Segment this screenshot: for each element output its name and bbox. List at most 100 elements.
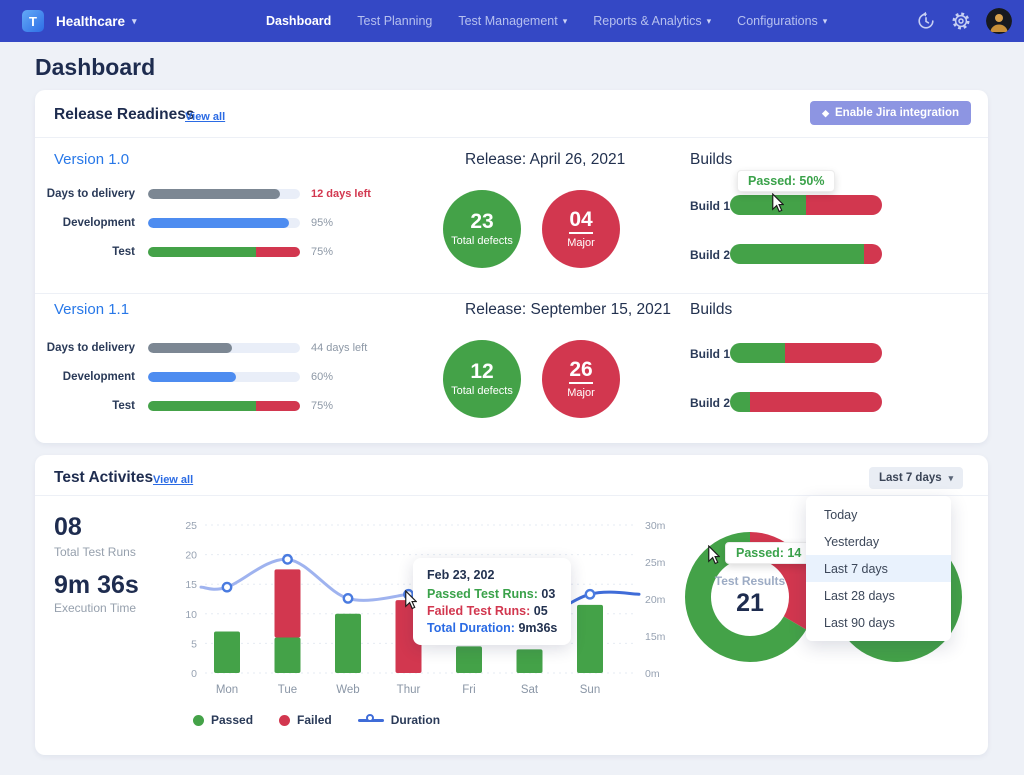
chart-tooltip: Feb 23, 202 Passed Test Runs: 03 Failed … bbox=[413, 558, 571, 645]
legend-failed: Failed bbox=[279, 713, 332, 727]
period-dropdown-button[interactable]: Last 7 days ▾ bbox=[869, 467, 963, 489]
project-name: Healthcare bbox=[56, 14, 125, 29]
build-tooltip: Passed: 50% bbox=[737, 170, 835, 192]
chevron-down-icon: ▾ bbox=[707, 16, 712, 27]
chevron-down-icon: ▾ bbox=[132, 16, 137, 27]
build-label: Build 1 bbox=[690, 199, 730, 213]
build-bar[interactable] bbox=[730, 195, 882, 215]
chart-legend: Passed Failed Duration bbox=[193, 713, 440, 727]
svg-text:0m: 0m bbox=[645, 668, 660, 680]
dropdown-item-last-90-days[interactable]: Last 90 days bbox=[806, 609, 951, 636]
release-date: Release: April 26, 2021 bbox=[465, 151, 625, 169]
legend-passed: Passed bbox=[193, 713, 253, 727]
duration-line-icon bbox=[358, 715, 384, 725]
build-label: Build 1 bbox=[690, 347, 730, 361]
release-readiness-view-all[interactable]: View all bbox=[185, 111, 225, 123]
progress-value: 75% bbox=[311, 400, 333, 412]
history-icon[interactable] bbox=[916, 11, 936, 31]
avatar[interactable] bbox=[986, 8, 1012, 34]
donut-center-value: 21 bbox=[685, 589, 815, 618]
nav-dashboard[interactable]: Dashboard bbox=[266, 14, 331, 28]
progress-bar bbox=[148, 372, 300, 382]
version-1-0-title: Version 1.0 bbox=[54, 151, 129, 168]
cursor-icon bbox=[771, 193, 784, 213]
nav-reports-analytics[interactable]: Reports & Analytics▾ bbox=[593, 14, 711, 28]
legend-duration: Duration bbox=[358, 713, 440, 727]
svg-text:0: 0 bbox=[191, 668, 197, 680]
progress-value: 44 days left bbox=[311, 342, 367, 354]
test-activities-card: Test Activites View all Last 7 days ▾ 08… bbox=[35, 455, 988, 755]
progress-row-development: Development 60% bbox=[35, 370, 333, 384]
dropdown-item-last-7-days[interactable]: Last 7 days bbox=[806, 555, 951, 582]
period-dropdown-menu: Today Yesterday Last 7 days Last 28 days… bbox=[806, 496, 951, 641]
donut-center-label: Test Results bbox=[685, 574, 815, 588]
progress-row-days: Days to delivery 12 days left bbox=[35, 187, 371, 201]
nav-configurations[interactable]: Configurations▾ bbox=[737, 14, 827, 28]
gear-icon[interactable] bbox=[951, 11, 971, 31]
dropdown-item-yesterday[interactable]: Yesterday bbox=[806, 528, 951, 555]
progress-value: 75% bbox=[311, 246, 333, 258]
divider bbox=[35, 137, 988, 138]
total-defects-circle: 12 Total defects bbox=[443, 340, 521, 418]
donut-tooltip: Passed: 14 bbox=[725, 542, 812, 564]
svg-text:5: 5 bbox=[191, 638, 197, 650]
chevron-down-icon: ▾ bbox=[563, 16, 568, 27]
svg-text:Sat: Sat bbox=[521, 684, 539, 696]
progress-value: 95% bbox=[311, 217, 333, 229]
build-label: Build 2 bbox=[690, 396, 730, 410]
build-label: Build 2 bbox=[690, 248, 730, 262]
progress-bar bbox=[148, 343, 300, 353]
donut-center: Test Results 21 bbox=[685, 574, 815, 618]
svg-text:10: 10 bbox=[185, 609, 197, 621]
svg-text:Web: Web bbox=[336, 684, 359, 696]
tooltip-date: Feb 23, 202 bbox=[427, 568, 557, 582]
svg-text:25m: 25m bbox=[645, 557, 666, 569]
svg-text:Thur: Thur bbox=[397, 684, 421, 696]
builds-title: Builds bbox=[690, 151, 732, 169]
dropdown-item-today[interactable]: Today bbox=[806, 501, 951, 528]
progress-row-test: Test 75% bbox=[35, 399, 333, 413]
version-1-1-title: Version 1.1 bbox=[54, 301, 129, 318]
release-readiness-title: Release Readiness bbox=[54, 106, 194, 124]
svg-text:Fri: Fri bbox=[462, 684, 475, 696]
page-title: Dashboard bbox=[35, 54, 155, 81]
svg-text:20: 20 bbox=[185, 550, 197, 562]
test-activities-title: Test Activites bbox=[54, 469, 153, 487]
enable-jira-button[interactable]: ◆ Enable Jira integration bbox=[810, 101, 971, 125]
logo-letter: T bbox=[29, 14, 37, 29]
nav-test-planning[interactable]: Test Planning bbox=[357, 14, 432, 28]
progress-bar bbox=[148, 247, 300, 257]
execution-time-value: 9m 36s bbox=[54, 571, 139, 600]
nav-test-management[interactable]: Test Management▾ bbox=[458, 14, 567, 28]
major-defects-circle: 26 Major bbox=[542, 340, 620, 418]
cursor-icon bbox=[404, 590, 417, 610]
total-test-runs-value: 08 bbox=[54, 513, 82, 542]
build-bar[interactable] bbox=[730, 343, 882, 363]
chevron-down-icon: ▾ bbox=[823, 16, 828, 27]
builds-title: Builds bbox=[690, 301, 732, 319]
svg-text:Tue: Tue bbox=[278, 684, 297, 696]
failed-dot-icon bbox=[279, 715, 290, 726]
nav-actions bbox=[916, 0, 1012, 42]
execution-time-label: Execution Time bbox=[54, 601, 136, 615]
build-bar[interactable] bbox=[730, 244, 882, 264]
progress-bar bbox=[148, 218, 300, 228]
progress-row-development: Development 95% bbox=[35, 216, 333, 230]
progress-value: 60% bbox=[311, 371, 333, 383]
major-defects-circle: 04 Major bbox=[542, 190, 620, 268]
build-bar[interactable] bbox=[730, 392, 882, 412]
release-date: Release: September 15, 2021 bbox=[465, 301, 671, 319]
progress-value: 12 days left bbox=[311, 188, 371, 200]
release-readiness-card: Release Readiness View all ◆ Enable Jira… bbox=[35, 90, 988, 443]
svg-text:20m: 20m bbox=[645, 594, 666, 606]
dropdown-item-last-28-days[interactable]: Last 28 days bbox=[806, 582, 951, 609]
progress-bar bbox=[148, 189, 300, 199]
app-logo[interactable]: T bbox=[22, 10, 44, 32]
project-selector[interactable]: Healthcare ▾ bbox=[56, 0, 137, 42]
top-nav: T Healthcare ▾ Dashboard Test Planning T… bbox=[0, 0, 1024, 42]
test-activities-view-all[interactable]: View all bbox=[153, 474, 193, 486]
main-menu: Dashboard Test Planning Test Management▾… bbox=[266, 0, 827, 42]
svg-text:15: 15 bbox=[185, 579, 197, 591]
svg-text:Sun: Sun bbox=[580, 684, 600, 696]
total-test-runs-label: Total Test Runs bbox=[54, 545, 136, 559]
